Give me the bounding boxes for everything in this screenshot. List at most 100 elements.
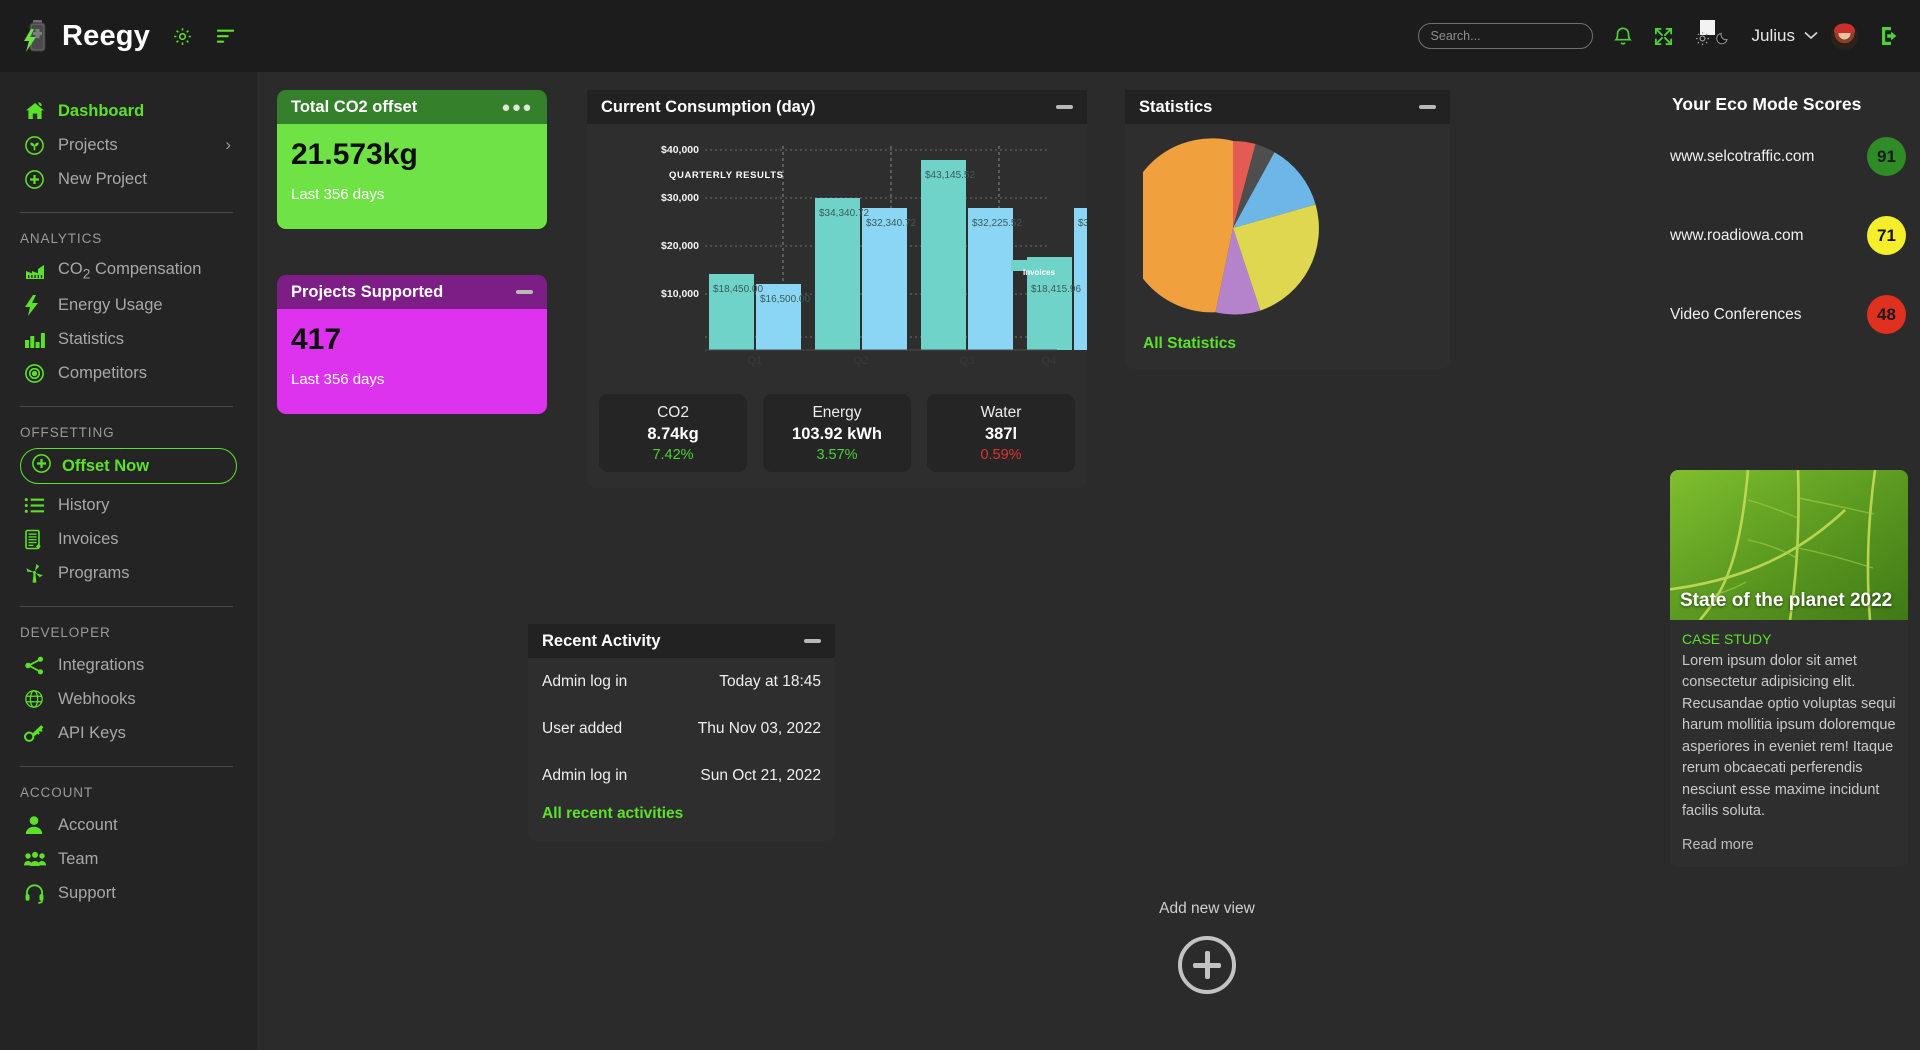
sidebar-item-projects[interactable]: Projects › (0, 128, 257, 162)
minimize-icon[interactable] (804, 639, 821, 643)
bell-icon[interactable] (1613, 25, 1633, 47)
eco-score-label: www.roadiowa.com (1670, 226, 1804, 244)
consumption-column: Current Consumption (day) $40,000 $30,00… (587, 90, 1087, 488)
leaf-image: State of the planet 2022 (1670, 470, 1908, 621)
user-name[interactable]: Julius (1752, 26, 1795, 46)
case-study-image-title: State of the planet 2022 (1680, 590, 1893, 611)
dashboard-root: Reegy Search... Julius Dashboard Project… (0, 0, 1920, 1050)
theme-toggle[interactable] (1694, 19, 1736, 53)
svg-text:$40,000: $40,000 (661, 144, 699, 156)
metric-delta: 7.42% (652, 446, 694, 463)
minimize-icon[interactable] (516, 290, 533, 294)
minimize-icon[interactable] (1056, 105, 1073, 109)
key-icon (24, 724, 50, 743)
kpi-column: Total CO2 offset ●●● 21.573kg Last 356 d… (277, 90, 547, 414)
all-statistics-link[interactable]: All Statistics (1125, 323, 1450, 369)
svg-text:Q4: Q4 (1042, 355, 1057, 367)
main-content: Total CO2 offset ●●● 21.573kg Last 356 d… (257, 72, 1670, 1050)
invoice-icon (24, 529, 50, 550)
brand-name: Reegy (62, 19, 151, 52)
sidebar-item-offset-now[interactable]: Offset Now (20, 448, 237, 484)
sidebar-item-statistics[interactable]: Statistics (0, 322, 257, 356)
panel-title: Current Consumption (day) (601, 97, 816, 116)
sidebar-item-team[interactable]: Team (0, 842, 257, 876)
avatar[interactable] (1831, 22, 1858, 50)
sidebar-item-label: Team (58, 849, 99, 868)
chevron-down-icon[interactable] (1804, 27, 1818, 45)
metric-card-co2: CO2 8.74kg 7.42% (599, 394, 747, 472)
list-icon (24, 497, 50, 514)
sidebar-item-label: Invoices (58, 529, 119, 548)
logout-icon[interactable] (1878, 24, 1902, 48)
sidebar-item-webhooks[interactable]: Webhooks (0, 682, 257, 716)
svg-text:Invoices: Invoices (1023, 268, 1056, 277)
sidebar-item-energy-usage[interactable]: Energy Usage (0, 288, 257, 322)
all-recent-activities-link[interactable]: All recent activities (528, 799, 835, 841)
fullscreen-icon[interactable] (1653, 26, 1674, 47)
case-study-card[interactable]: State of the planet 2022 CASE STUDY Lore… (1670, 470, 1908, 867)
sidebar-item-label: Programs (58, 563, 130, 582)
svg-text:$32,425: $32,425 (1078, 218, 1087, 229)
activity-event: User added (542, 719, 623, 737)
chevron-right-icon[interactable]: › (225, 135, 231, 155)
filter-icon[interactable] (215, 27, 237, 45)
target-icon (24, 363, 50, 384)
svg-text:Q2: Q2 (854, 355, 869, 367)
kpi-card-title: Projects Supported (291, 282, 444, 301)
bolt-icon (24, 294, 50, 316)
sidebar-item-invoices[interactable]: Invoices (0, 522, 257, 556)
more-dots-icon[interactable]: ●●● (501, 100, 533, 115)
status-badge: 91 (1867, 137, 1906, 176)
brand[interactable]: Reegy (22, 19, 150, 53)
consumption-panel: Current Consumption (day) $40,000 $30,00… (587, 90, 1087, 488)
sidebar-item-new-project[interactable]: New Project (0, 162, 257, 196)
kpi-card-body: 417 Last 356 days (277, 309, 547, 414)
sidebar-item-account[interactable]: Account (0, 808, 257, 842)
table-row[interactable]: User added Thu Nov 03, 2022 (528, 705, 835, 752)
svg-text:$43,145.52: $43,145.52 (925, 170, 975, 181)
wind-turbine-icon (24, 563, 50, 584)
recent-activity-panel: Recent Activity Admin log in Today at 18… (528, 624, 835, 841)
plus-circle-icon (31, 453, 52, 479)
pie-chart (1124, 124, 1450, 323)
sidebar-item-api-keys[interactable]: API Keys (0, 716, 257, 750)
eco-score-row[interactable]: Video Conferences 48 (1670, 295, 1920, 334)
eco-score-row[interactable]: www.selcotraffic.com 91 (1670, 137, 1920, 176)
gear-icon[interactable] (172, 26, 193, 47)
search-input[interactable] (1417, 23, 1593, 49)
sidebar-item-co2-compensation[interactable]: CO2 Compensation (0, 254, 257, 288)
eco-score-row[interactable]: www.roadiowa.com 71 (1670, 216, 1920, 255)
kpi-card-projects-supported: Projects Supported 417 Last 356 days (277, 275, 547, 414)
minimize-icon[interactable] (1419, 105, 1436, 109)
plus-circle-icon[interactable] (1178, 936, 1236, 994)
sidebar-item-label: CO2 Compensation (58, 260, 202, 282)
activity-event: Admin log in (542, 672, 628, 690)
sidebar-item-label: Support (58, 883, 116, 902)
kpi-card-body: 21.573kg Last 356 days (277, 124, 547, 229)
sidebar-item-support[interactable]: Support (0, 876, 257, 910)
sidebar-item-programs[interactable]: Programs (0, 556, 257, 590)
moon-icon (1715, 31, 1730, 50)
svg-text:QUARTERLY RESULTS: QUARTERLY RESULTS (669, 170, 784, 181)
sidebar-item-label: Account (58, 815, 118, 834)
statistics-panel-header: Statistics (1125, 90, 1450, 124)
share-nodes-icon (24, 656, 50, 675)
recent-activity-header: Recent Activity (528, 624, 835, 658)
case-study-text: Lorem ipsum dolor sit amet consectetur a… (1682, 653, 1896, 820)
table-row[interactable]: Admin log in Sun Oct 21, 2022 (528, 752, 835, 799)
sidebar-item-dashboard[interactable]: Dashboard (0, 94, 257, 128)
sidebar-item-history[interactable]: History (0, 488, 257, 522)
activity-event: Admin log in (542, 766, 628, 784)
read-more-link[interactable]: Read more (1682, 837, 1896, 853)
headset-icon (24, 883, 50, 904)
bar-chart-icon (24, 331, 50, 348)
table-row[interactable]: Admin log in Today at 18:45 (528, 658, 835, 705)
sprout-circle-icon (24, 135, 50, 156)
activity-time: Today at 18:45 (719, 672, 821, 690)
panel-title: Recent Activity (542, 631, 661, 650)
statistics-column: Statistics All Statistics (1124, 90, 1450, 369)
activity-time: Thu Nov 03, 2022 (697, 719, 821, 737)
sidebar-item-integrations[interactable]: Integrations (0, 648, 257, 682)
sidebar-item-competitors[interactable]: Competitors (0, 356, 257, 390)
kpi-card-header: Total CO2 offset ●●● (277, 90, 547, 124)
